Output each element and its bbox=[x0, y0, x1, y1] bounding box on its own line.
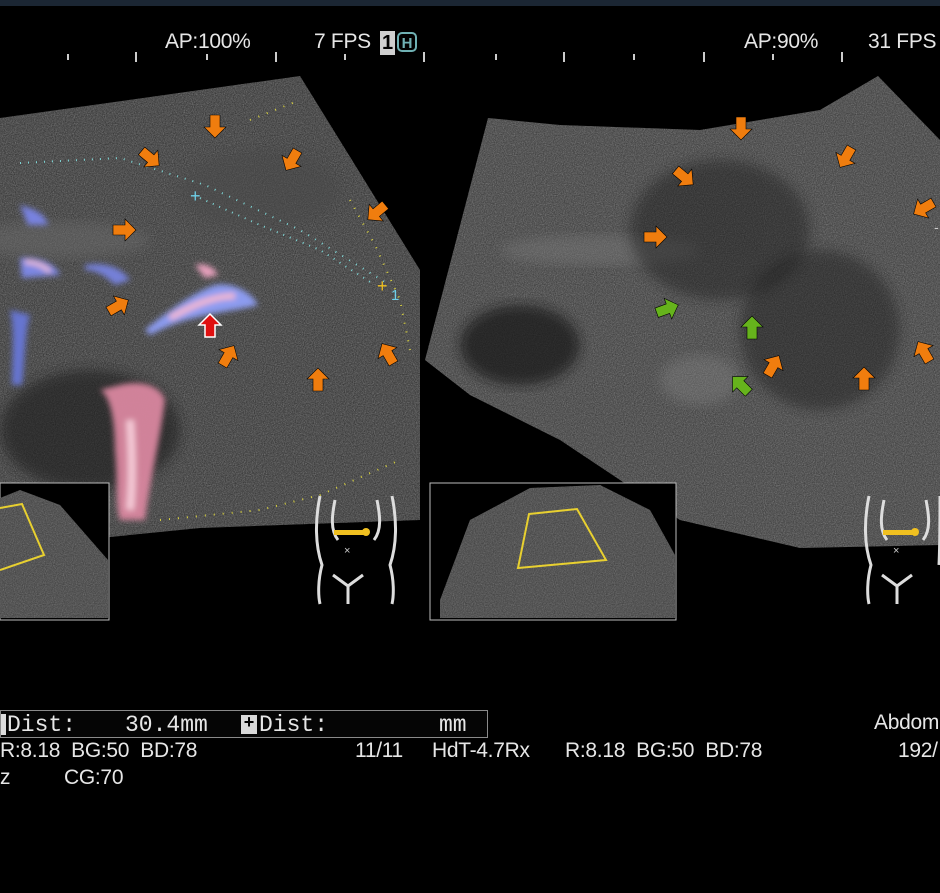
svg-text:×: × bbox=[344, 545, 350, 557]
svg-text:+: + bbox=[377, 276, 388, 296]
measure-1-marker bbox=[1, 714, 6, 735]
svg-text:-: - bbox=[934, 219, 939, 235]
dist1-value: 30.4mm bbox=[125, 712, 208, 738]
dist2-unit: mm bbox=[439, 712, 467, 738]
zoom-indicator: z bbox=[0, 766, 11, 789]
right-image-sector bbox=[425, 76, 940, 548]
ultrasound-display: + + × × - bbox=[0, 52, 940, 621]
right-frame-rate: 31 FPS bbox=[868, 30, 937, 53]
harmonic-mode-badge[interactable]: H bbox=[397, 32, 417, 52]
right-thumbnail bbox=[429, 482, 677, 621]
left-frame-rate: 7 FPS bbox=[314, 30, 371, 53]
frame-counter: 11/11 bbox=[355, 739, 403, 762]
dist2-label: Dist: bbox=[259, 712, 329, 738]
right-counter: 192/ bbox=[898, 739, 938, 762]
left-thumbnail bbox=[0, 482, 110, 621]
probe-mark-left: × bbox=[334, 528, 370, 557]
left-image-params: R:8.18 BG:50 BD:78 bbox=[0, 739, 198, 762]
right-image-params: R:8.18 BG:50 BD:78 bbox=[565, 739, 763, 762]
exam-preset: Abdom bbox=[874, 711, 940, 734]
measure-2-marker-icon: + bbox=[241, 715, 257, 734]
color-scale-marker: 1 bbox=[391, 287, 400, 304]
probe-name: HdT-4.7Rx bbox=[432, 739, 530, 762]
frame-indicator-badge[interactable]: 1 bbox=[380, 31, 395, 55]
svg-text:+: + bbox=[190, 186, 201, 206]
right-acoustic-power: AP:90% bbox=[744, 30, 819, 53]
measurement-bar[interactable]: Dist: 30.4mm + Dist: mm bbox=[0, 710, 488, 738]
left-image-sector bbox=[0, 76, 420, 548]
left-acoustic-power: AP:100% bbox=[165, 30, 251, 53]
color-gain: CG:70 bbox=[64, 766, 124, 789]
dist1-label: Dist: bbox=[7, 712, 77, 738]
svg-text:×: × bbox=[893, 545, 899, 557]
